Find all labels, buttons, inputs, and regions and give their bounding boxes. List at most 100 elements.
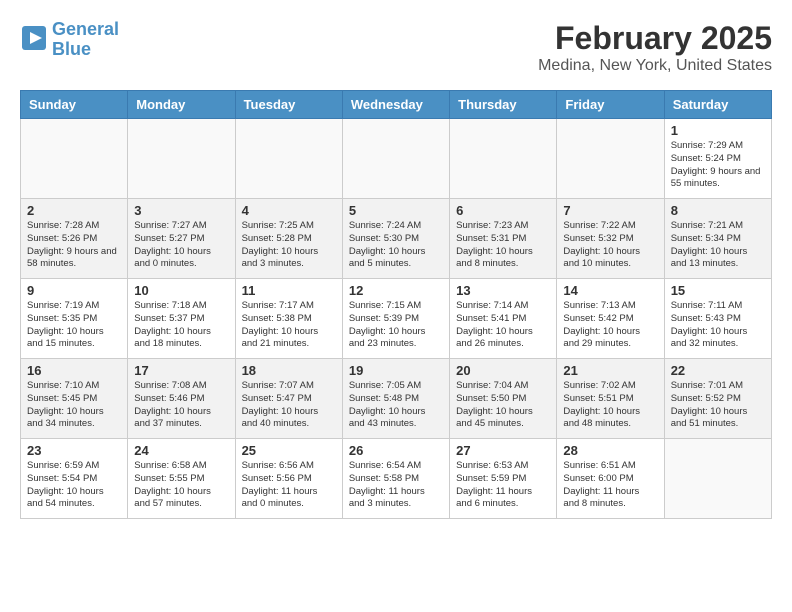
day-number: 6: [456, 203, 550, 218]
day-info: Sunrise: 7:02 AM Sunset: 5:51 PM Dayligh…: [563, 380, 657, 431]
calendar-cell: 27 Sunrise: 6:53 AM Sunset: 5:59 PM Dayli…: [450, 439, 557, 519]
logo-text: General Blue: [52, 20, 119, 60]
calendar-cell: 4 Sunrise: 7:25 AM Sunset: 5:28 PM Daylig…: [235, 199, 342, 279]
day-number: 13: [456, 283, 550, 298]
day-number: 7: [563, 203, 657, 218]
day-info: Sunrise: 7:22 AM Sunset: 5:32 PM Dayligh…: [563, 220, 657, 271]
calendar-cell: 26 Sunrise: 6:54 AM Sunset: 5:58 PM Dayli…: [342, 439, 449, 519]
calendar-cell: 23Sunrise: 6:59 AM Sunset: 5:54 PM Dayli…: [21, 439, 128, 519]
day-number: 22: [671, 363, 765, 378]
day-number: 17: [134, 363, 228, 378]
day-number: 19: [349, 363, 443, 378]
calendar-cell: 22 Sunrise: 7:01 AM Sunset: 5:52 PM Dayli…: [664, 359, 771, 439]
weekday-header: Tuesday: [235, 91, 342, 119]
day-info: Sunrise: 7:27 AM Sunset: 5:27 PM Dayligh…: [134, 220, 228, 271]
calendar-cell: 2 Sunrise: 7:28 AM Sunset: 5:26 PM Daylig…: [21, 199, 128, 279]
day-number: 27: [456, 443, 550, 458]
calendar-week-row: 9 Sunrise: 7:19 AM Sunset: 5:35 PM Daylig…: [21, 279, 772, 359]
day-number: 26: [349, 443, 443, 458]
calendar-cell: 28 Sunrise: 6:51 AM Sunset: 6:00 PM Dayli…: [557, 439, 664, 519]
calendar-cell: 15 Sunrise: 7:11 AM Sunset: 5:43 PM Dayli…: [664, 279, 771, 359]
calendar-cell: 9 Sunrise: 7:19 AM Sunset: 5:35 PM Daylig…: [21, 279, 128, 359]
day-number: 9: [27, 283, 121, 298]
calendar-week-row: 1Sunrise: 7:29 AM Sunset: 5:24 PM Daylig…: [21, 119, 772, 199]
day-info: Sunrise: 7:11 AM Sunset: 5:43 PM Dayligh…: [671, 300, 765, 351]
day-info: Sunrise: 7:17 AM Sunset: 5:38 PM Dayligh…: [242, 300, 336, 351]
day-number: 21: [563, 363, 657, 378]
day-number: 25: [242, 443, 336, 458]
calendar-cell: 17 Sunrise: 7:08 AM Sunset: 5:46 PM Dayli…: [128, 359, 235, 439]
weekday-header: Saturday: [664, 91, 771, 119]
day-info: Sunrise: 7:15 AM Sunset: 5:39 PM Dayligh…: [349, 300, 443, 351]
day-info: Sunrise: 7:28 AM Sunset: 5:26 PM Dayligh…: [27, 220, 121, 271]
day-number: 20: [456, 363, 550, 378]
day-info: Sunrise: 7:08 AM Sunset: 5:46 PM Dayligh…: [134, 380, 228, 431]
day-number: 2: [27, 203, 121, 218]
day-info: Sunrise: 7:13 AM Sunset: 5:42 PM Dayligh…: [563, 300, 657, 351]
day-number: 28: [563, 443, 657, 458]
calendar-table: SundayMondayTuesdayWednesdayThursdayFrid…: [20, 90, 772, 519]
calendar-cell: [21, 119, 128, 199]
day-number: 4: [242, 203, 336, 218]
calendar-cell: [557, 119, 664, 199]
day-info: Sunrise: 6:58 AM Sunset: 5:55 PM Dayligh…: [134, 460, 228, 511]
calendar-cell: 20 Sunrise: 7:04 AM Sunset: 5:50 PM Dayli…: [450, 359, 557, 439]
day-number: 12: [349, 283, 443, 298]
day-number: 8: [671, 203, 765, 218]
calendar-cell: 7 Sunrise: 7:22 AM Sunset: 5:32 PM Daylig…: [557, 199, 664, 279]
day-info: Sunrise: 7:10 AM Sunset: 5:45 PM Dayligh…: [27, 380, 121, 431]
logo-line1: General: [52, 19, 119, 39]
calendar-cell: [235, 119, 342, 199]
calendar-cell: 18 Sunrise: 7:07 AM Sunset: 5:47 PM Dayli…: [235, 359, 342, 439]
day-info: Sunrise: 7:04 AM Sunset: 5:50 PM Dayligh…: [456, 380, 550, 431]
calendar-cell: 1Sunrise: 7:29 AM Sunset: 5:24 PM Daylig…: [664, 119, 771, 199]
day-number: 15: [671, 283, 765, 298]
calendar-week-row: 16Sunrise: 7:10 AM Sunset: 5:45 PM Dayli…: [21, 359, 772, 439]
day-info: Sunrise: 7:14 AM Sunset: 5:41 PM Dayligh…: [456, 300, 550, 351]
day-number: 18: [242, 363, 336, 378]
calendar-title: February 2025: [538, 20, 772, 57]
weekday-header: Sunday: [21, 91, 128, 119]
day-info: Sunrise: 7:18 AM Sunset: 5:37 PM Dayligh…: [134, 300, 228, 351]
day-info: Sunrise: 7:01 AM Sunset: 5:52 PM Dayligh…: [671, 380, 765, 431]
day-info: Sunrise: 6:51 AM Sunset: 6:00 PM Dayligh…: [563, 460, 657, 511]
day-info: Sunrise: 6:59 AM Sunset: 5:54 PM Dayligh…: [27, 460, 121, 511]
calendar-cell: [128, 119, 235, 199]
calendar-cell: 21 Sunrise: 7:02 AM Sunset: 5:51 PM Dayli…: [557, 359, 664, 439]
weekday-header: Friday: [557, 91, 664, 119]
calendar-cell: 14Sunrise: 7:13 AM Sunset: 5:42 PM Dayli…: [557, 279, 664, 359]
day-number: 10: [134, 283, 228, 298]
day-info: Sunrise: 7:24 AM Sunset: 5:30 PM Dayligh…: [349, 220, 443, 271]
day-info: Sunrise: 6:53 AM Sunset: 5:59 PM Dayligh…: [456, 460, 550, 511]
calendar-cell: [664, 439, 771, 519]
calendar-cell: 16Sunrise: 7:10 AM Sunset: 5:45 PM Dayli…: [21, 359, 128, 439]
day-info: Sunrise: 6:56 AM Sunset: 5:56 PM Dayligh…: [242, 460, 336, 511]
calendar-cell: 24 Sunrise: 6:58 AM Sunset: 5:55 PM Dayli…: [128, 439, 235, 519]
calendar-cell: 10 Sunrise: 7:18 AM Sunset: 5:37 PM Dayli…: [128, 279, 235, 359]
day-info: Sunrise: 7:07 AM Sunset: 5:47 PM Dayligh…: [242, 380, 336, 431]
day-number: 3: [134, 203, 228, 218]
day-info: Sunrise: 7:05 AM Sunset: 5:48 PM Dayligh…: [349, 380, 443, 431]
calendar-cell: [342, 119, 449, 199]
day-number: 24: [134, 443, 228, 458]
day-info: Sunrise: 7:23 AM Sunset: 5:31 PM Dayligh…: [456, 220, 550, 271]
day-info: Sunrise: 7:19 AM Sunset: 5:35 PM Dayligh…: [27, 300, 121, 351]
logo-line2: Blue: [52, 39, 91, 59]
weekday-header: Monday: [128, 91, 235, 119]
page-header: General Blue February 2025 Medina, New Y…: [20, 20, 772, 75]
calendar-cell: 12 Sunrise: 7:15 AM Sunset: 5:39 PM Dayli…: [342, 279, 449, 359]
calendar-cell: [450, 119, 557, 199]
day-number: 11: [242, 283, 336, 298]
calendar-cell: 11 Sunrise: 7:17 AM Sunset: 5:38 PM Dayli…: [235, 279, 342, 359]
calendar-cell: 19 Sunrise: 7:05 AM Sunset: 5:48 PM Dayli…: [342, 359, 449, 439]
title-block: February 2025 Medina, New York, United S…: [538, 20, 772, 75]
calendar-cell: 8Sunrise: 7:21 AM Sunset: 5:34 PM Daylig…: [664, 199, 771, 279]
weekday-header: Thursday: [450, 91, 557, 119]
calendar-week-row: 23Sunrise: 6:59 AM Sunset: 5:54 PM Dayli…: [21, 439, 772, 519]
calendar-cell: 5Sunrise: 7:24 AM Sunset: 5:30 PM Daylig…: [342, 199, 449, 279]
calendar-cell: 6 Sunrise: 7:23 AM Sunset: 5:31 PM Daylig…: [450, 199, 557, 279]
day-info: Sunrise: 7:25 AM Sunset: 5:28 PM Dayligh…: [242, 220, 336, 271]
calendar-cell: 25 Sunrise: 6:56 AM Sunset: 5:56 PM Dayli…: [235, 439, 342, 519]
calendar-cell: 13 Sunrise: 7:14 AM Sunset: 5:41 PM Dayli…: [450, 279, 557, 359]
day-info: Sunrise: 6:54 AM Sunset: 5:58 PM Dayligh…: [349, 460, 443, 511]
